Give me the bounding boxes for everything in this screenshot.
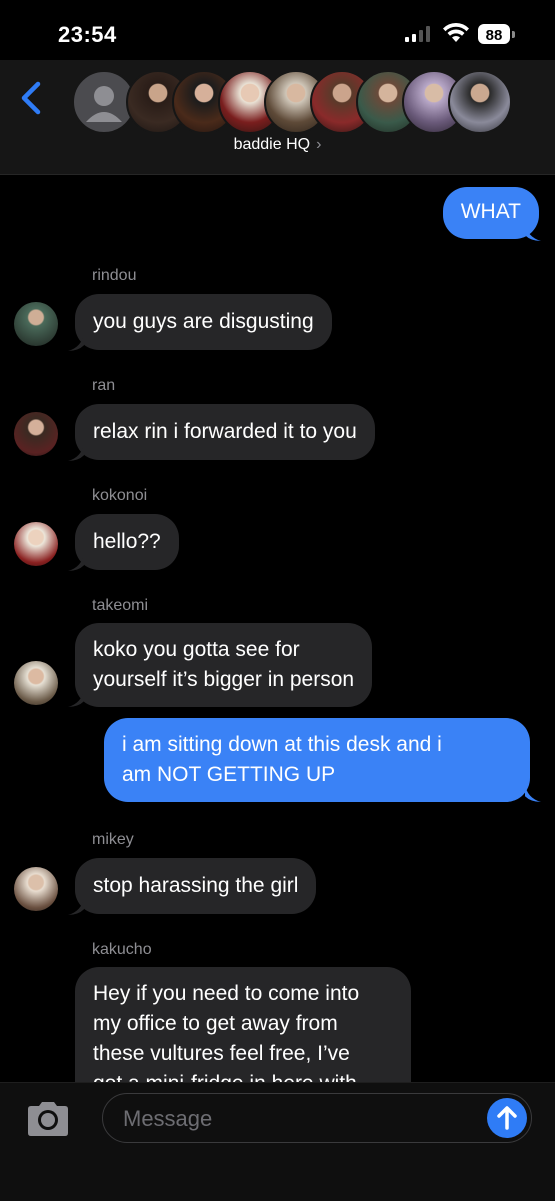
sender-avatar <box>14 661 58 705</box>
message-line: koko you gotta see for <box>93 638 300 661</box>
received-message[interactable]: hello?? <box>75 514 179 570</box>
message-line: my office to get away from <box>93 1012 338 1035</box>
message-line: i am sitting down at this desk and i <box>122 733 442 756</box>
message-line: these vultures feel free, I’ve <box>93 1042 350 1065</box>
bubble-tail <box>68 897 84 915</box>
wifi-icon <box>443 22 469 42</box>
received-message[interactable]: koko you gotta see for yourself it’s big… <box>75 623 373 707</box>
message-text: WHAT <box>460 200 521 223</box>
message-line: am NOT GETTING UP <box>122 763 336 786</box>
bubble-tail <box>525 223 541 241</box>
bubble-tail <box>525 784 541 802</box>
sender-avatar <box>14 522 58 566</box>
message-text: stop harassing the girl <box>93 874 299 897</box>
message-line: yourself it’s bigger in person <box>93 668 355 691</box>
message-placeholder: Message <box>123 1106 213 1131</box>
sent-message[interactable]: i am sitting down at this desk and i am … <box>104 718 530 802</box>
received-message[interactable]: you guys are disgusting <box>75 294 332 350</box>
bubble-tail <box>68 443 84 461</box>
bubble-tail <box>68 553 84 571</box>
received-message[interactable]: stop harassing the girl <box>75 858 317 914</box>
bubble-tail <box>68 689 84 707</box>
sender-name: takeomi <box>92 597 149 614</box>
message-line: got a mini-fridge in here with <box>93 1069 393 1082</box>
message-text: you guys are disgusting <box>93 310 314 333</box>
sender-name: rindou <box>92 267 137 284</box>
group-name: baddie HQ <box>233 136 311 153</box>
message-line: Hey if you need to come into <box>93 982 360 1005</box>
battery-icon: 88 <box>478 24 510 44</box>
message-list[interactable]: WHAT rindou you guys are disgusting ran … <box>0 175 555 1082</box>
message-text: hello?? <box>93 530 161 553</box>
sender-name: mikey <box>92 831 134 848</box>
received-message[interactable]: relax rin i forwarded it to you <box>75 404 375 460</box>
chevron-left-icon[interactable] <box>16 78 46 118</box>
camera-icon[interactable] <box>24 1099 72 1139</box>
sender-name: kakucho <box>92 941 152 958</box>
group-name-link[interactable]: baddie HQ › <box>0 136 555 154</box>
chevron-right-icon: › <box>316 136 322 153</box>
bubble-tail <box>68 333 84 351</box>
received-message[interactable]: Hey if you need to come into my office t… <box>75 967 411 1082</box>
composer-bar: Message <box>0 1082 555 1201</box>
message-text: relax rin i forwarded it to you <box>93 420 357 443</box>
sender-avatar <box>14 302 58 346</box>
send-button[interactable] <box>487 1098 527 1138</box>
avatar <box>448 70 512 134</box>
battery-tip <box>512 31 515 38</box>
signal-icon <box>405 26 430 42</box>
status-time: 23:54 <box>58 22 117 47</box>
send-arrow-icon <box>497 1106 517 1130</box>
conversation-header: baddie HQ › <box>0 60 555 175</box>
sender-name: kokonoi <box>92 487 148 504</box>
sender-avatar <box>14 867 58 911</box>
sender-avatar <box>14 412 58 456</box>
sender-name: ran <box>92 377 116 394</box>
message-input[interactable]: Message <box>102 1093 532 1143</box>
